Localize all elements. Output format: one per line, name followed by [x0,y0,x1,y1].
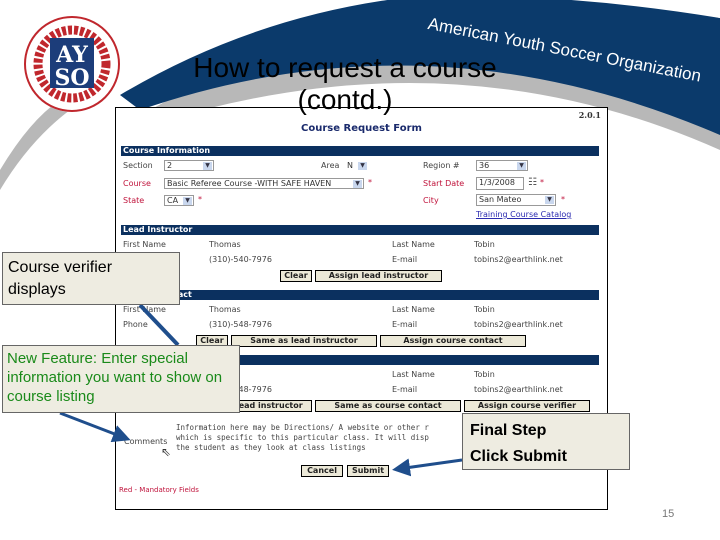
arrow-verifier [138,303,180,347]
click-submit-text: Click Submit [470,448,567,465]
callout-course-verifier: Course verifier displays [2,252,180,305]
callout-new-feature: New Feature: Enter special information y… [2,345,240,413]
arrow-comments [59,411,131,443]
final-step-text: Final Step [470,422,547,439]
arrow-submit [392,458,463,477]
callout-final-step: Final Step Click Submit [462,413,630,470]
